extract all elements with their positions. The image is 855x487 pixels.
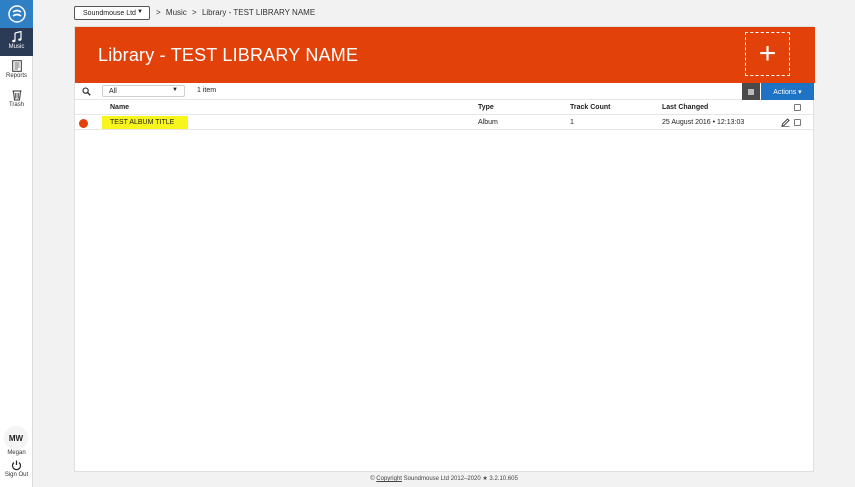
row-name-cell[interactable]: TEST ALBUM TITLE: [102, 116, 189, 129]
breadcrumb-separator: >: [192, 8, 197, 17]
actions-button[interactable]: Actions ▾: [761, 83, 814, 100]
sidebar: Music Reports Trash MW Megan Sign Out: [0, 0, 33, 487]
filter-select-value: All: [109, 87, 117, 95]
avatar[interactable]: MW: [4, 426, 28, 450]
organisation-select-value: Soundmouse Ltd: [83, 9, 136, 17]
chevron-down-icon: ▼: [172, 87, 178, 93]
page-title: Library - TEST LIBRARY NAME: [98, 45, 359, 65]
sidebar-item-reports[interactable]: Reports: [0, 57, 33, 85]
chevron-down-icon: ▼: [137, 9, 143, 15]
copyright-symbol: ©: [370, 476, 375, 482]
table-header: Name Type Track Count Last Changed: [75, 101, 815, 115]
sidebar-item-label: Reports: [5, 73, 27, 79]
pencil-edit-icon[interactable]: [781, 118, 790, 127]
search-icon[interactable]: [82, 87, 91, 96]
sidebar-item-label: Music: [8, 44, 25, 50]
sign-out-button[interactable]: Sign Out: [0, 460, 33, 487]
select-all-checkbox[interactable]: [794, 104, 801, 111]
row-track-count: 1: [570, 119, 574, 126]
add-button[interactable]: +: [745, 32, 790, 76]
trash-icon: [12, 90, 21, 101]
row-type: Album: [478, 119, 498, 126]
sidebar-item-label: Trash: [8, 102, 25, 108]
view-toggle-button[interactable]: [742, 83, 760, 100]
breadcrumb-separator: >: [156, 8, 161, 17]
power-icon: [11, 460, 22, 471]
row-checkbox[interactable]: [794, 119, 801, 126]
grid-view-icon: [748, 88, 754, 95]
sidebar-item-trash[interactable]: Trash: [0, 86, 33, 114]
plus-icon: +: [758, 37, 777, 70]
item-count: 1 item: [197, 87, 217, 94]
sidebar-item-music[interactable]: Music: [0, 28, 33, 56]
reports-icon: [11, 60, 22, 72]
column-header-type[interactable]: Type: [478, 104, 494, 111]
status-dot: [79, 119, 88, 128]
toolbar: All ▼ 1 item Actions ▾: [75, 83, 815, 100]
soundmouse-logo-icon[interactable]: [0, 0, 33, 28]
music-note-icon: [11, 31, 22, 43]
breadcrumb: > Music > Library - TEST LIBRARY NAME: [156, 8, 318, 17]
breadcrumb-music[interactable]: Music: [166, 8, 187, 17]
copyright-link[interactable]: Copyright: [376, 476, 402, 482]
organisation-select[interactable]: Soundmouse Ltd ▼: [74, 6, 150, 20]
column-header-track-count[interactable]: Track Count: [570, 104, 610, 111]
row-last-changed: 25 August 2016 • 12:13:03: [662, 119, 745, 126]
filter-select[interactable]: All ▼: [102, 85, 185, 97]
library-panel: Library - TEST LIBRARY NAME + All ▼ 1 it…: [74, 26, 815, 472]
row-name: TEST ALBUM TITLE: [110, 119, 175, 126]
footer-text: Soundmouse Ltd 2012–2020 ★ 3.2.10.605: [403, 476, 518, 482]
footer: © Copyright Soundmouse Ltd 2012–2020 ★ 3…: [0, 475, 855, 482]
breadcrumb-current: Library - TEST LIBRARY NAME: [201, 8, 316, 17]
column-header-last-changed[interactable]: Last Changed: [662, 104, 708, 111]
table-row[interactable]: TEST ALBUM TITLE Album 1 25 August 2016 …: [75, 116, 815, 130]
column-header-name[interactable]: Name: [110, 104, 129, 111]
user-name: Megan: [7, 450, 26, 456]
library-banner: Library - TEST LIBRARY NAME +: [75, 27, 815, 83]
